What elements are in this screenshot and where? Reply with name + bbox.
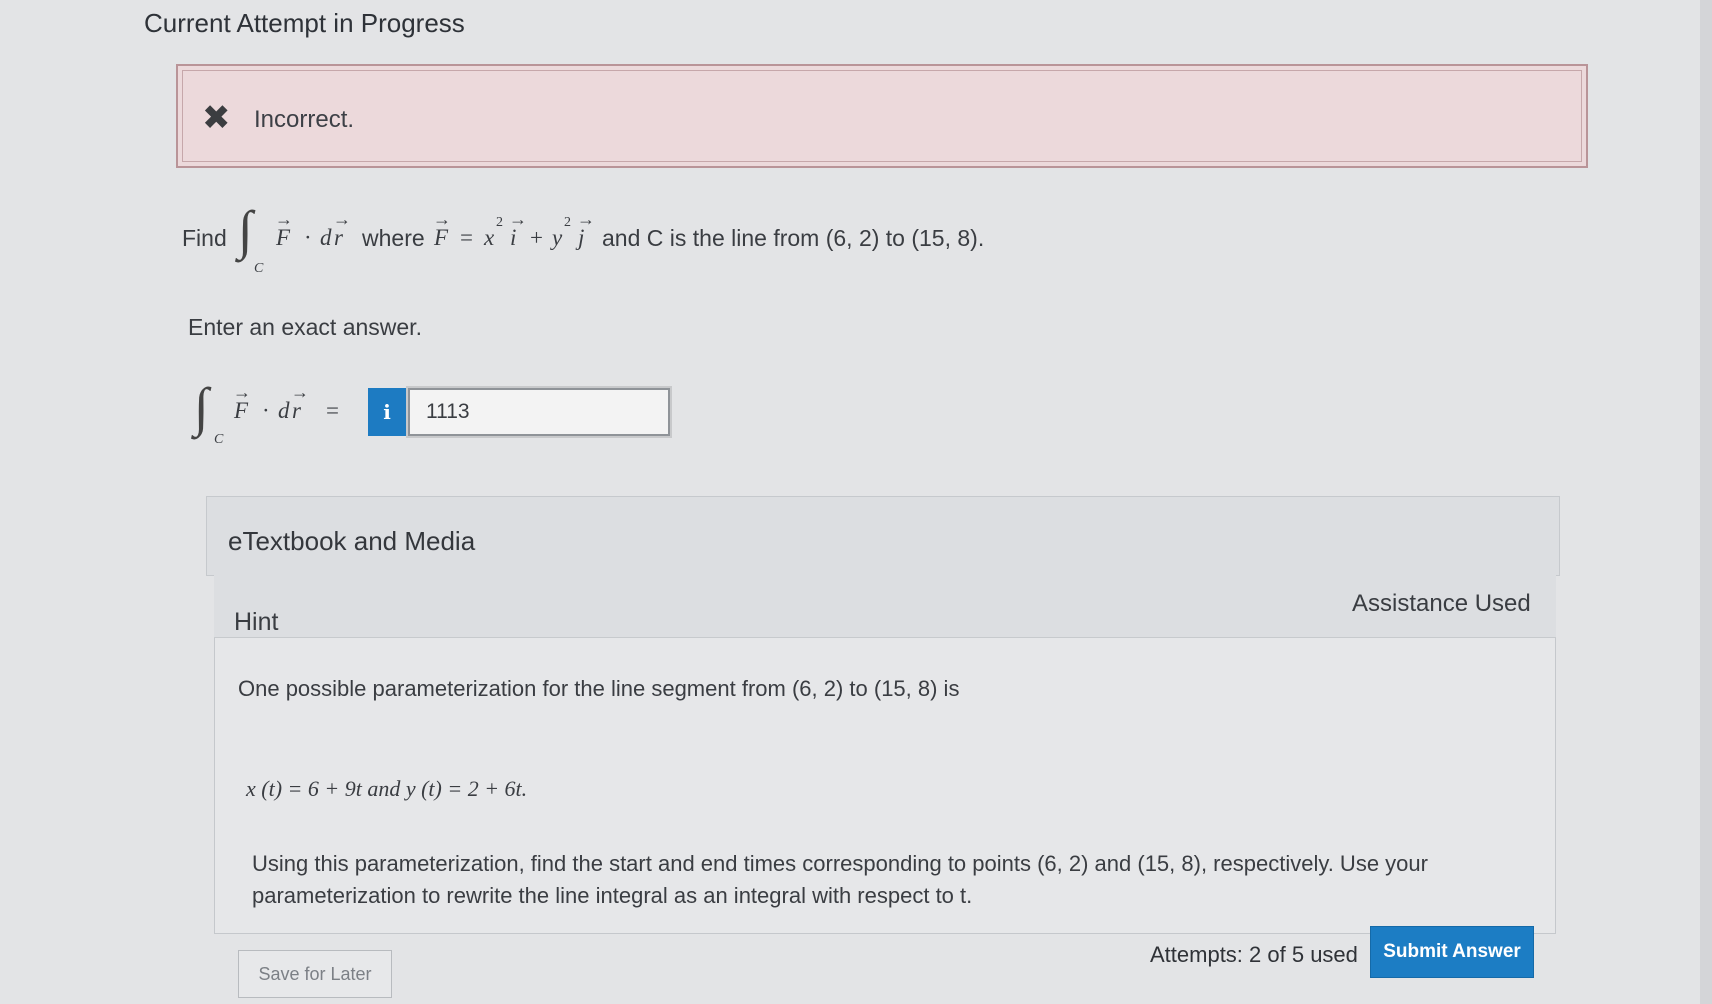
vector-r: → r	[333, 209, 351, 250]
vector-j: → j	[577, 209, 595, 250]
answer-row: ∫ C → F · d → r = i 1113	[194, 377, 694, 454]
vector-F: → F	[433, 209, 451, 250]
parameterization-equation: x (t) = 6 + 9t and y (t) = 2 + 6t.	[246, 776, 528, 801]
save-for-later-button[interactable]: Save for Later	[238, 950, 392, 998]
feedback-text: Incorrect.	[254, 106, 355, 133]
submit-answer-button[interactable]: Submit Answer	[1370, 926, 1534, 978]
vector-i: → i	[509, 209, 527, 250]
instruction-text: Enter an exact answer.	[188, 314, 422, 340]
answer-input[interactable]: 1113	[406, 386, 672, 438]
page-edge	[1700, 0, 1712, 1004]
close-x-icon: ✖	[202, 99, 231, 137]
etextbook-title[interactable]: eTextbook and Media	[228, 526, 475, 557]
integral-sign: ∫	[194, 377, 209, 437]
attempts-counter: Attempts: 2 of 5 used	[1150, 942, 1358, 967]
vector-F: → F	[275, 209, 293, 250]
assistance-used-label: Assistance Used	[1352, 590, 1531, 617]
integral-subscript: C	[254, 261, 264, 276]
attempt-header: Current Attempt in Progress	[144, 8, 465, 38]
hint-title[interactable]: Hint	[234, 608, 278, 637]
hint-body-text: One possible parameterization for the li…	[238, 676, 960, 701]
vector-F: → F	[233, 382, 251, 423]
question-text: Find ∫ C → F · d → r where → F = x 2 → i + y…	[182, 200, 985, 276]
info-icon[interactable]: i	[368, 388, 406, 436]
question-find: Find	[182, 225, 227, 251]
vector-r: → r	[291, 382, 309, 423]
feedback-banner	[176, 64, 1588, 168]
hint-instruction-text: Using this parameterization, find the st…	[252, 851, 1428, 908]
integral-sign: ∫	[238, 200, 253, 260]
